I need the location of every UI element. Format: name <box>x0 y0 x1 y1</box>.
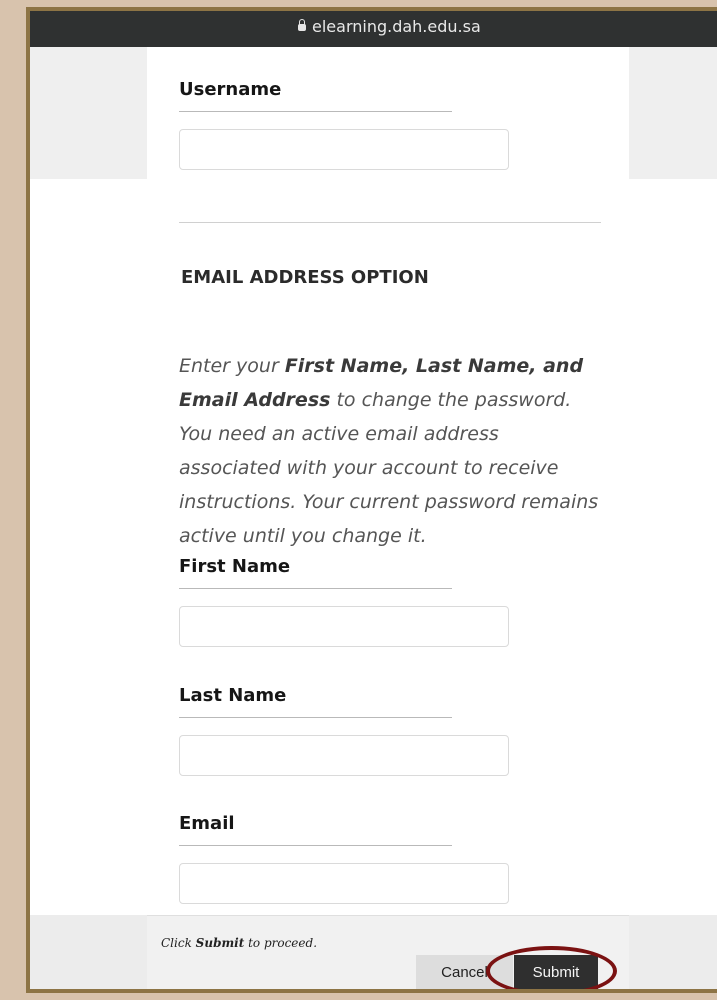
email-label: Email <box>179 813 235 834</box>
lock-icon <box>298 19 306 31</box>
last-name-input[interactable] <box>179 735 509 776</box>
email-underline <box>179 845 452 846</box>
username-input[interactable] <box>179 129 509 170</box>
cancel-button[interactable]: Cancel <box>416 955 513 989</box>
email-input[interactable] <box>179 863 509 904</box>
browser-topbar: elearning.dah.edu.sa <box>30 11 717 47</box>
email-option-description: Enter your First Name, Last Name, and Em… <box>179 349 599 553</box>
desc-suffix: to change the password. You need an acti… <box>179 389 599 547</box>
first-name-input[interactable] <box>179 606 509 647</box>
last-name-label: Last Name <box>179 685 287 706</box>
url-bar[interactable]: elearning.dah.edu.sa <box>298 17 481 36</box>
username-label: Username <box>179 79 282 100</box>
submit-bar: Click Submit to proceed. Cancel Submit <box>147 915 629 989</box>
url-text: elearning.dah.edu.sa <box>312 17 481 36</box>
username-underline <box>179 111 452 112</box>
hint-bold: Submit <box>195 936 245 950</box>
desc-prefix: Enter your <box>179 355 285 377</box>
last-name-underline <box>179 717 452 718</box>
section-divider <box>179 222 601 223</box>
email-option-title: EMAIL ADDRESS OPTION <box>181 267 429 288</box>
first-name-label: First Name <box>179 556 291 577</box>
browser-frame: elearning.dah.edu.sa Username EMAIL ADDR… <box>26 7 717 993</box>
reset-form-card: Username EMAIL ADDRESS OPTION Enter your… <box>147 47 629 915</box>
hint-suffix: to proceed. <box>244 936 318 950</box>
submit-button[interactable]: Submit <box>514 955 598 989</box>
submit-hint: Click Submit to proceed. <box>161 936 317 950</box>
hint-prefix: Click <box>161 936 196 950</box>
first-name-underline <box>179 588 452 589</box>
